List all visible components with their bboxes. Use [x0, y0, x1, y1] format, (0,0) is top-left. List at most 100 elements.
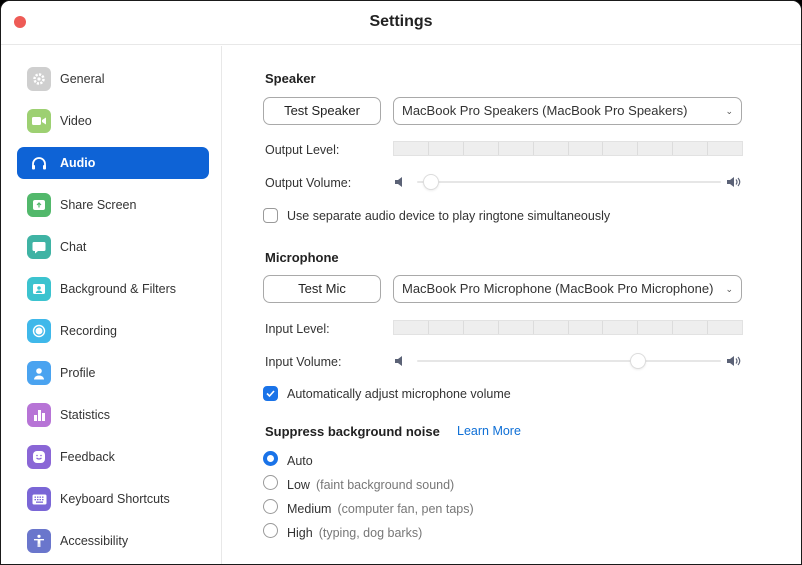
- volume-high-icon: [727, 175, 743, 193]
- chevron-down-icon: ⌄: [725, 284, 733, 294]
- smiley-icon: [27, 445, 51, 469]
- noise-option-label: Auto: [287, 452, 313, 470]
- sidebar-item-label: Chat: [60, 240, 87, 254]
- input-level-label: Input Level:: [265, 322, 330, 336]
- sidebar-item-keyboard-shortcuts[interactable]: Keyboard Shortcuts: [17, 483, 209, 515]
- level-segment: [603, 142, 639, 155]
- video-camera-icon: [27, 109, 51, 133]
- sidebar-item-label: Keyboard Shortcuts: [60, 492, 170, 506]
- noise-option-name: High: [287, 526, 313, 540]
- audio-settings-panel: Speaker Test Speaker MacBook Pro Speaker…: [223, 46, 801, 564]
- sidebar-item-label: Accessibility: [60, 534, 129, 548]
- bar-chart-icon: [27, 403, 51, 427]
- learn-more-link[interactable]: Learn More: [457, 424, 521, 438]
- sidebar-item-profile[interactable]: Profile: [17, 357, 209, 389]
- accessibility-icon: [27, 529, 51, 553]
- level-segment: [498, 142, 534, 155]
- noise-radio-auto[interactable]: [263, 451, 278, 466]
- sidebar-item-label: Share Screen: [60, 198, 137, 212]
- output-level-meter: [393, 141, 743, 156]
- output-volume-slider[interactable]: [395, 172, 743, 192]
- noise-radio-low[interactable]: [263, 475, 278, 490]
- level-segment: [603, 321, 639, 334]
- input-level-meter: [393, 320, 743, 335]
- noise-option-name: Medium: [287, 502, 332, 516]
- chat-bubble-icon: [27, 235, 51, 259]
- separate-device-label: Use separate audio device to play ringto…: [287, 209, 611, 223]
- noise-option-description: (faint background sound): [315, 478, 455, 492]
- sidebar-item-label: Audio: [60, 156, 96, 170]
- level-segment: [394, 321, 429, 334]
- level-segment: [638, 142, 674, 155]
- level-segment: [428, 142, 464, 155]
- level-segment: [533, 142, 569, 155]
- level-segment: [498, 321, 534, 334]
- sidebar-item-recording[interactable]: Recording: [17, 315, 209, 347]
- auto-adjust-label: Automatically adjust microphone volume: [287, 387, 511, 401]
- noise-section-title: Suppress background noise: [265, 424, 440, 439]
- input-volume-slider[interactable]: [395, 351, 743, 371]
- headphones-icon: [27, 151, 51, 175]
- separate-device-checkbox[interactable]: [263, 208, 278, 223]
- level-segment: [708, 142, 743, 155]
- microphone-section-title: Microphone: [265, 250, 339, 265]
- slider-thumb[interactable]: [422, 174, 439, 190]
- chevron-down-icon: ⌄: [725, 106, 733, 116]
- output-level-label: Output Level:: [265, 143, 340, 157]
- sidebar-item-statistics[interactable]: Statistics: [17, 399, 209, 431]
- sidebar-item-label: Recording: [60, 324, 117, 338]
- noise-option-label: High (typing, dog barks): [287, 524, 422, 542]
- level-segment: [708, 321, 743, 334]
- input-volume-label: Input Volume:: [265, 355, 342, 369]
- share-screen-icon: [27, 193, 51, 217]
- level-segment: [428, 321, 464, 334]
- level-segment: [568, 321, 604, 334]
- sidebar-item-label: Video: [60, 114, 92, 128]
- test-speaker-button[interactable]: Test Speaker: [263, 97, 381, 125]
- speaker-device-select[interactable]: MacBook Pro Speakers (MacBook Pro Speake…: [393, 97, 742, 125]
- window-title: Settings: [369, 13, 433, 30]
- sidebar-item-label: Statistics: [60, 408, 111, 422]
- noise-option-name: Auto: [287, 454, 313, 468]
- output-volume-label: Output Volume:: [265, 176, 352, 190]
- volume-high-icon: [727, 354, 743, 372]
- noise-option-label: Medium (computer fan, pen taps): [287, 500, 474, 518]
- level-segment: [568, 142, 604, 155]
- sidebar-item-video[interactable]: Video: [17, 105, 209, 137]
- auto-adjust-checkbox[interactable]: [263, 386, 278, 401]
- noise-radio-high[interactable]: [263, 523, 278, 538]
- sidebar-item-label: Profile: [60, 366, 96, 380]
- sidebar-item-share-screen[interactable]: Share Screen: [17, 189, 209, 221]
- record-icon: [27, 319, 51, 343]
- level-segment: [463, 321, 499, 334]
- sidebar-item-label: Background & Filters: [60, 282, 177, 296]
- speaker-device-value: MacBook Pro Speakers (MacBook Pro Speake…: [402, 103, 688, 118]
- sidebar-item-label: Feedback: [60, 450, 115, 464]
- slider-track: [417, 181, 721, 183]
- noise-option-description: (typing, dog barks): [318, 526, 423, 540]
- sidebar-item-accessibility[interactable]: Accessibility: [17, 525, 209, 557]
- level-segment: [673, 321, 709, 334]
- sidebar-item-chat[interactable]: Chat: [17, 231, 209, 263]
- sidebar-item-label: General: [60, 72, 105, 86]
- sidebar: General Video Audio Share Screen Chat Backgro…: [1, 46, 222, 564]
- volume-low-icon: [395, 354, 405, 372]
- level-segment: [394, 142, 429, 155]
- settings-window: Settings General Video Audio Share Screen Ch…: [0, 0, 802, 565]
- background-person-icon: [27, 277, 51, 301]
- slider-track: [417, 360, 721, 362]
- sidebar-item-feedback[interactable]: Feedback: [17, 441, 209, 473]
- noise-option-description: (computer fan, pen taps): [337, 502, 474, 516]
- test-mic-button[interactable]: Test Mic: [263, 275, 381, 303]
- noise-option-label: Low (faint background sound): [287, 476, 454, 494]
- slider-thumb[interactable]: [630, 353, 647, 369]
- sidebar-item-audio[interactable]: Audio: [17, 147, 209, 179]
- microphone-device-select[interactable]: MacBook Pro Microphone (MacBook Pro Micr…: [393, 275, 742, 303]
- microphone-device-value: MacBook Pro Microphone (MacBook Pro Micr…: [402, 281, 714, 296]
- level-segment: [533, 321, 569, 334]
- sidebar-item-general[interactable]: General: [17, 63, 209, 95]
- sidebar-item-background-filters[interactable]: Background & Filters: [17, 273, 209, 305]
- person-icon: [27, 361, 51, 385]
- noise-radio-medium[interactable]: [263, 499, 278, 514]
- keyboard-icon: [27, 487, 51, 511]
